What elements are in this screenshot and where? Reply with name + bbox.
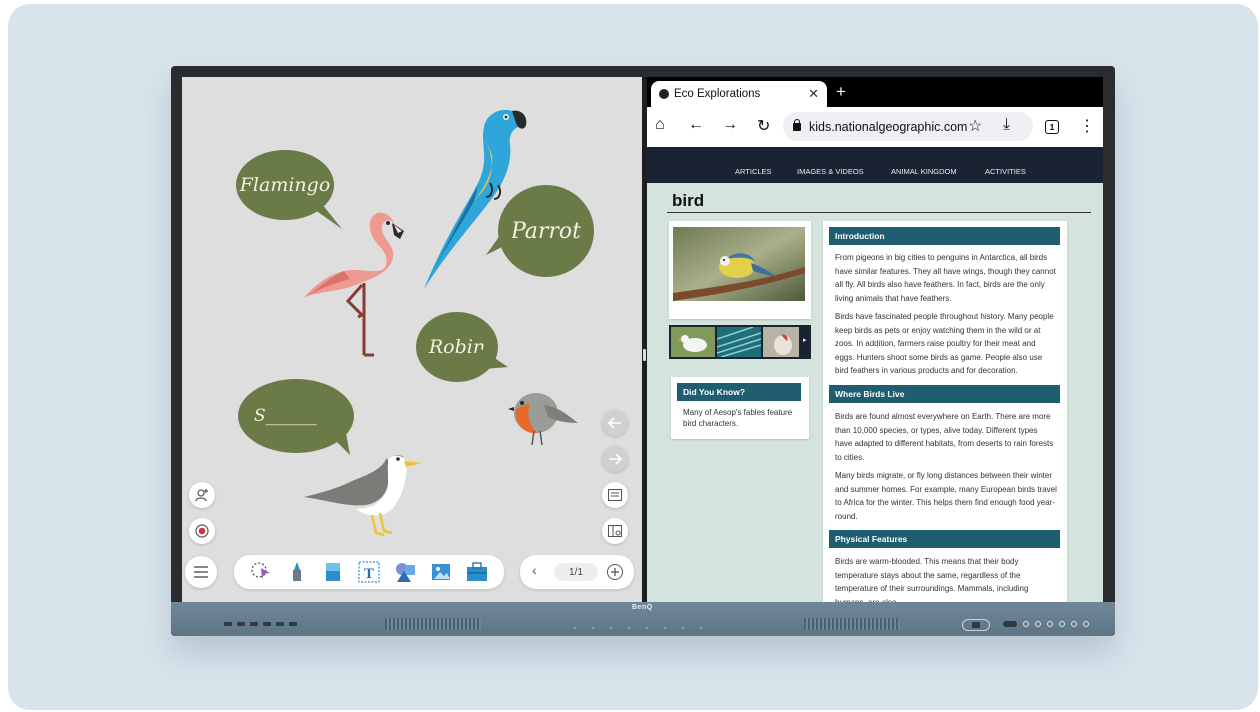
flamingo-label: Flamingo xyxy=(239,174,331,196)
nav-images-videos[interactable]: IMAGES & VIDEOS xyxy=(797,167,864,176)
title-divider xyxy=(667,212,1091,213)
bookmark-star-icon[interactable]: ☆ xyxy=(968,116,982,136)
site-navigation: ARTICLES IMAGES & VIDEOS ANIMAL KINGDOM … xyxy=(647,147,1103,183)
pen-tool-icon[interactable] xyxy=(286,561,308,583)
flamingo-illustration xyxy=(304,212,404,357)
lock-icon xyxy=(793,118,801,131)
close-tab-icon[interactable]: ✕ xyxy=(808,86,819,102)
board-view-button[interactable] xyxy=(602,518,628,544)
thumbnail-duck[interactable] xyxy=(671,327,715,357)
more-options-icon[interactable]: ⋮ xyxy=(1079,116,1095,136)
tab-strip: Eco Explorations ✕ + xyxy=(647,77,1103,107)
redo-button[interactable] xyxy=(602,446,628,472)
left-speaker-grille xyxy=(385,618,481,630)
where-birds-live-paragraph-2: Many birds migrate, or fly long distance… xyxy=(835,471,1057,521)
download-icon[interactable]: ⤓ xyxy=(1003,116,1010,134)
did-you-know-heading: Did You Know? xyxy=(677,383,801,401)
page-title: bird xyxy=(672,191,705,210)
parrot-illustration xyxy=(424,109,527,289)
add-participant-button[interactable] xyxy=(189,482,215,508)
page-indicator-label: 1/1 xyxy=(569,566,583,578)
nav-activities[interactable]: ACTIVITIES xyxy=(985,167,1026,176)
image-tool-icon[interactable] xyxy=(430,561,452,583)
monitor-screen: Flamingo Parrot Robin S______ T ‹ 1/1 Ec… xyxy=(182,77,1103,602)
whiteboard-canvas[interactable]: Flamingo Parrot Robin S______ T ‹ 1/1 xyxy=(182,77,642,602)
undo-button[interactable] xyxy=(602,410,628,436)
toolbox-icon[interactable] xyxy=(466,561,488,583)
page-indicator[interactable]: 1/1 xyxy=(554,563,598,581)
drawing-toolbar: T xyxy=(234,555,504,589)
nav-articles[interactable]: ARTICLES xyxy=(735,167,772,176)
previous-page-icon[interactable]: ‹ xyxy=(532,562,537,578)
menu-button[interactable] xyxy=(185,556,217,588)
undo-arrow-icon xyxy=(608,417,621,429)
did-you-know-card: Did You Know? Many of Aesop's fables fea… xyxy=(671,377,809,439)
redo-arrow-icon xyxy=(609,453,622,465)
url-text: kids.nationalgeographic.com xyxy=(809,119,968,134)
site-favicon-icon xyxy=(659,89,669,99)
sensor-dots xyxy=(574,627,702,629)
add-user-icon xyxy=(195,489,208,502)
slides-icon xyxy=(608,489,622,501)
nav-animal-kingdom[interactable]: ANIMAL KINGDOM xyxy=(891,167,957,176)
robin-bubble-tail xyxy=(478,347,508,369)
text-tool-icon[interactable]: T xyxy=(358,561,380,583)
bird-photo xyxy=(673,227,805,301)
article-content-card: Introduction From pigeons in big cities … xyxy=(823,221,1067,602)
thumbnail-carousel: ▸ xyxy=(669,325,811,359)
svg-text:T: T xyxy=(364,566,374,582)
shapes-tool-icon[interactable] xyxy=(394,561,416,583)
back-arrow-icon[interactable]: ← xyxy=(688,116,704,134)
where-birds-live-paragraph-1: Birds are found almost everywhere on Ear… xyxy=(835,412,1054,462)
brand-logo: BenQ xyxy=(632,604,653,611)
record-button[interactable] xyxy=(189,518,215,544)
introduction-paragraph-1: From pigeons in big cities to penguins i… xyxy=(835,253,1056,303)
plus-icon xyxy=(611,568,619,576)
did-you-know-text: Many of Aesop's fables feature bird char… xyxy=(683,408,793,428)
map-view-icon xyxy=(608,525,622,537)
tab-title: Eco Explorations xyxy=(674,88,761,100)
reload-icon[interactable]: ↻ xyxy=(757,116,770,136)
new-tab-icon[interactable]: + xyxy=(836,82,846,102)
physical-features-heading: Physical Features xyxy=(829,530,1060,548)
front-control-buttons[interactable] xyxy=(1003,621,1089,627)
carousel-next-icon[interactable]: ▸ xyxy=(803,336,807,344)
bird-photo-card[interactable] xyxy=(669,221,811,319)
browser-tab[interactable]: Eco Explorations ✕ xyxy=(651,81,827,107)
page-navigation: ‹ 1/1 xyxy=(520,555,634,589)
address-bar[interactable]: kids.nationalgeographic.com xyxy=(783,112,1033,141)
introduction-paragraph-2: Birds have fascinated people throughout … xyxy=(835,312,1054,376)
divider-handle[interactable] xyxy=(643,349,646,361)
seagull-illustration xyxy=(304,454,422,537)
eraser-tool-icon[interactable] xyxy=(322,561,344,583)
hamburger-menu-icon xyxy=(194,566,208,578)
where-birds-live-heading: Where Birds Live xyxy=(829,385,1060,403)
robin-label: Robin xyxy=(428,336,486,358)
browser-window: Eco Explorations ✕ + ⌂ ← → ↻ kids.nation… xyxy=(647,77,1103,602)
forward-arrow-icon[interactable]: → xyxy=(722,116,738,134)
browser-toolbar: ⌂ ← → ↻ kids.nationalgeographic.com ☆ ⤓ … xyxy=(647,107,1103,147)
home-icon[interactable]: ⌂ xyxy=(655,116,665,134)
presentation-button[interactable] xyxy=(602,482,628,508)
front-ports xyxy=(224,622,297,626)
thumbnail-feathers[interactable] xyxy=(717,327,761,357)
lasso-tool-icon[interactable] xyxy=(250,561,272,583)
power-button[interactable] xyxy=(962,619,990,631)
record-icon xyxy=(195,524,209,538)
tab-count: 1 xyxy=(1049,122,1055,132)
tab-count-button[interactable]: 1 xyxy=(1045,120,1059,134)
physical-features-paragraph-1: Birds are warm-blooded. This means that … xyxy=(835,557,1029,602)
blank-answer-label: S______ xyxy=(254,406,317,426)
introduction-heading: Introduction xyxy=(829,227,1060,245)
thumbnail-bird-closeup[interactable] xyxy=(763,327,799,357)
add-page-button[interactable] xyxy=(607,564,623,580)
robin-illustration xyxy=(508,393,578,446)
right-speaker-grille xyxy=(804,618,900,630)
